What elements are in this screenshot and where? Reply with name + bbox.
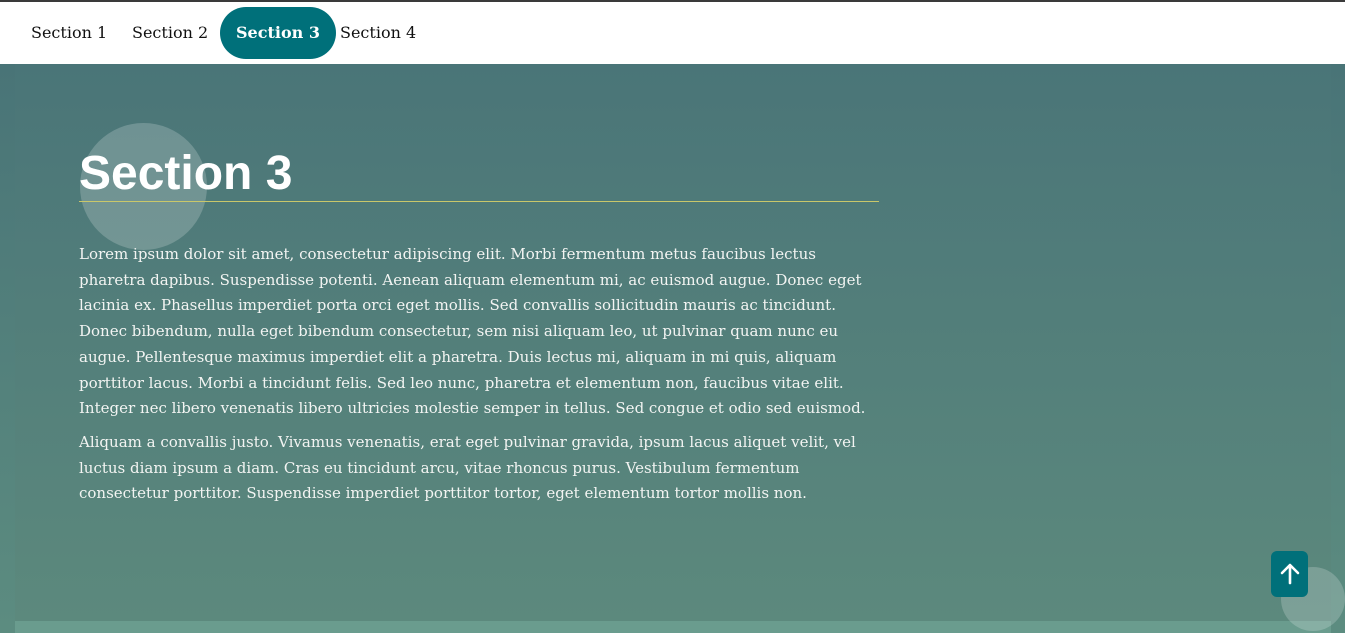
paragraph-1: Lorem ipsum dolor sit amet, consectetur …: [79, 245, 866, 418]
nav-section-4[interactable]: Section 4: [324, 7, 432, 59]
paragraph-2: Aliquam a convallis justo. Vivamus venen…: [79, 432, 856, 503]
section-body: Lorem ipsum dolor sit amet, consectetur …: [79, 242, 879, 515]
arrow-up-icon: [1280, 563, 1299, 585]
nav-section-2[interactable]: Section 2: [116, 7, 224, 59]
title-underline: [79, 201, 879, 202]
nav-section-3[interactable]: Section 3: [220, 7, 336, 59]
section-nav: Section 1 Section 2 Section 3 Section 4: [0, 2, 1345, 64]
nav-section-1[interactable]: Section 1: [15, 7, 123, 59]
scroll-to-top-button[interactable]: [1271, 551, 1308, 597]
section-title: Section 3: [79, 147, 293, 200]
